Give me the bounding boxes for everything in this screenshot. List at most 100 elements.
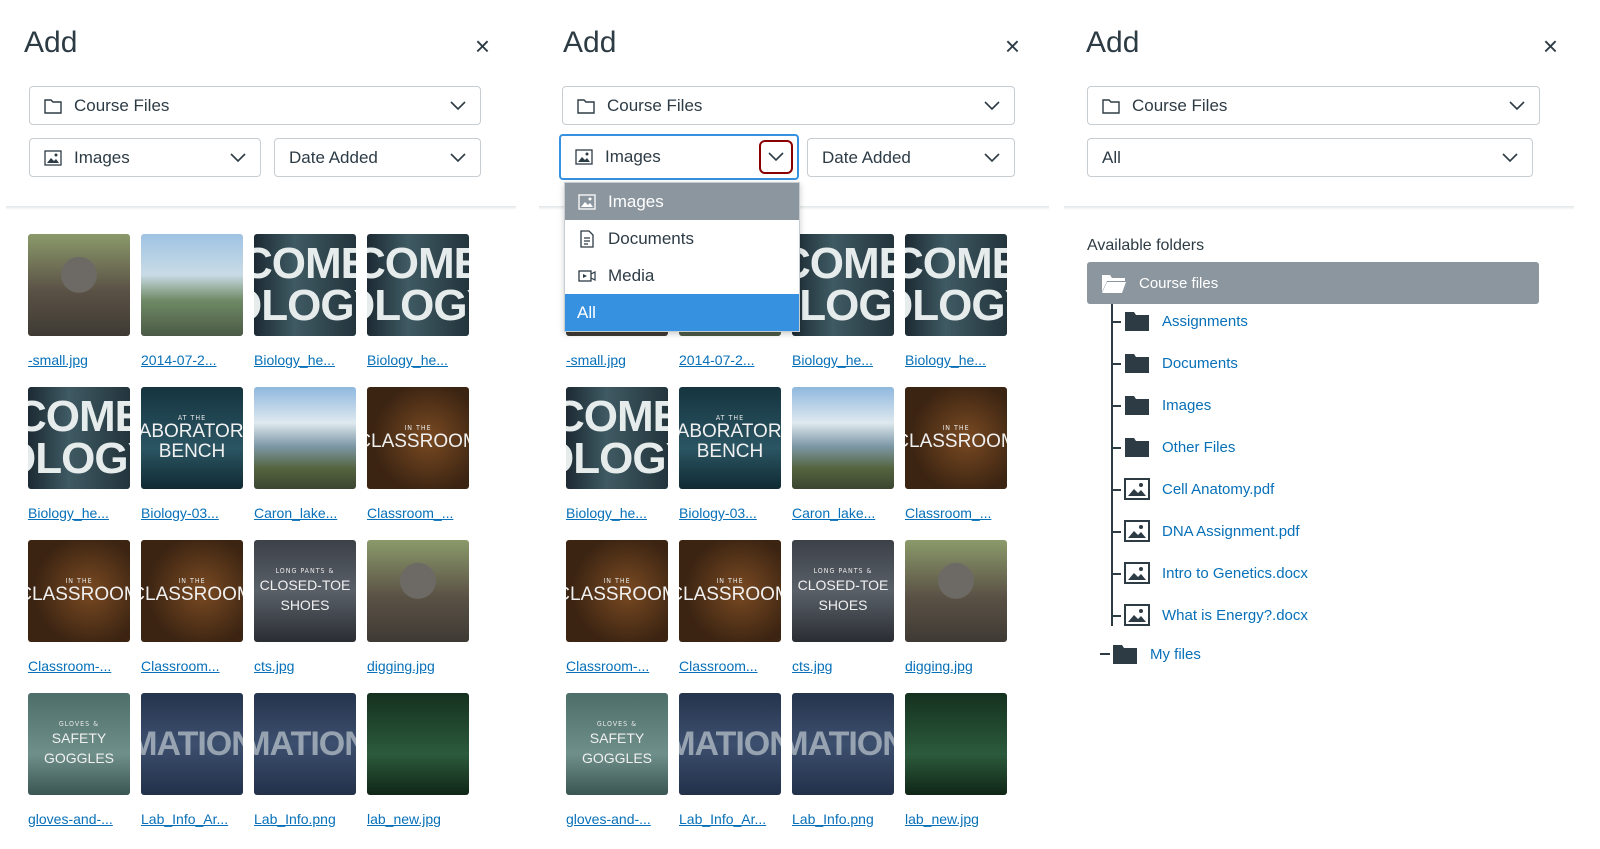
image-filename-link[interactable]: Caron_lake... xyxy=(792,505,894,521)
image-filename-link[interactable]: Classroom... xyxy=(141,658,243,674)
type-menu-item-images[interactable]: Images xyxy=(565,183,799,220)
image-tile[interactable]: IN THECLASSROOM Classroom... xyxy=(679,540,781,674)
file-item[interactable]: DNA Assignment.pdf xyxy=(1124,520,1300,542)
image-thumbnail[interactable]: IN THECLASSROOM xyxy=(141,540,243,642)
image-filename-link[interactable]: Classroom_... xyxy=(905,505,1007,521)
file-item[interactable]: Cell Anatomy.pdf xyxy=(1124,478,1274,500)
image-filename-link[interactable]: 2014-07-2... xyxy=(141,352,243,368)
image-filename-link[interactable]: Classroom_... xyxy=(367,505,469,521)
image-filename-link[interactable]: lab_new.jpg xyxy=(367,811,469,827)
image-filename-link[interactable]: Biology_he... xyxy=(367,352,469,368)
image-thumbnail[interactable]: COMEOLOGY xyxy=(566,387,668,489)
type-menu-item-documents[interactable]: Documents xyxy=(565,220,799,257)
image-tile[interactable]: COMEOLOGY Biology_he... xyxy=(28,387,130,521)
image-filename-link[interactable]: Lab_Info_Ar... xyxy=(141,811,243,827)
image-thumbnail[interactable]: GLOVES & SAFETY GOGGLES xyxy=(566,693,668,795)
type-menu-item-all[interactable]: All xyxy=(565,294,799,331)
image-tile[interactable]: 2014-07-2... xyxy=(141,234,243,368)
image-thumbnail[interactable]: IN THECLASSROOM xyxy=(566,540,668,642)
image-tile[interactable]: IN THECLASSROOM Classroom-... xyxy=(566,540,668,674)
source-select[interactable]: Course Files xyxy=(1087,86,1540,125)
image-tile[interactable]: LONG PANTS & CLOSED-TOE SHOES cts.jpg xyxy=(792,540,894,674)
folder-item[interactable]: Documents xyxy=(1124,352,1238,374)
image-thumbnail[interactable]: AT THELABORATORYBENCH xyxy=(679,387,781,489)
image-thumbnail[interactable] xyxy=(905,540,1007,642)
image-thumbnail[interactable] xyxy=(792,387,894,489)
image-filename-link[interactable]: Biology_he... xyxy=(905,352,1007,368)
image-tile[interactable]: IN THECLASSROOM Classroom... xyxy=(141,540,243,674)
image-thumbnail[interactable]: MATION xyxy=(254,693,356,795)
image-thumbnail[interactable]: COMEOLOGY xyxy=(28,387,130,489)
image-thumbnail[interactable]: LONG PANTS & CLOSED-TOE SHOES xyxy=(254,540,356,642)
image-filename-link[interactable]: Biology-03... xyxy=(679,505,781,521)
image-thumbnail[interactable] xyxy=(367,693,469,795)
image-filename-link[interactable]: lab_new.jpg xyxy=(905,811,1007,827)
image-filename-link[interactable]: digging.jpg xyxy=(905,658,1007,674)
image-thumbnail[interactable] xyxy=(367,540,469,642)
image-tile[interactable]: GLOVES & SAFETY GOGGLES gloves-and-... xyxy=(566,693,668,827)
image-filename-link[interactable]: Classroom-... xyxy=(28,658,130,674)
image-tile[interactable]: IN THECLASSROOM Classroom_... xyxy=(905,387,1007,521)
image-thumbnail[interactable]: MATION xyxy=(792,693,894,795)
image-thumbnail[interactable]: COMEOLOGY xyxy=(905,234,1007,336)
image-tile[interactable]: COMEOLOGY Biology_he... xyxy=(254,234,356,368)
image-filename-link[interactable]: Biology_he... xyxy=(254,352,356,368)
image-tile[interactable]: digging.jpg xyxy=(367,540,469,674)
image-thumbnail[interactable]: COMEOLOGY xyxy=(254,234,356,336)
image-thumbnail[interactable]: MATION xyxy=(679,693,781,795)
image-thumbnail[interactable]: AT THELABORATORYBENCH xyxy=(141,387,243,489)
image-filename-link[interactable]: -small.jpg xyxy=(566,352,668,368)
sort-select[interactable]: Date Added xyxy=(274,138,481,177)
image-thumbnail[interactable]: COMEOLOGY xyxy=(367,234,469,336)
image-tile[interactable]: COMEOLOGY Biology_he... xyxy=(566,387,668,521)
type-select[interactable]: Images xyxy=(559,134,799,180)
image-tile[interactable]: MATION Lab_Info_Ar... xyxy=(141,693,243,827)
image-tile[interactable]: COMEOLOGY Biology_he... xyxy=(367,234,469,368)
close-icon[interactable]: × xyxy=(1005,33,1020,59)
image-tile[interactable]: IN THECLASSROOM Classroom-... xyxy=(28,540,130,674)
image-tile[interactable]: AT THELABORATORYBENCH Biology-03... xyxy=(679,387,781,521)
image-filename-link[interactable]: Biology_he... xyxy=(566,505,668,521)
image-filename-link[interactable]: digging.jpg xyxy=(367,658,469,674)
sort-select[interactable]: Date Added xyxy=(807,138,1015,177)
image-thumbnail[interactable]: GLOVES & SAFETY GOGGLES xyxy=(28,693,130,795)
chevron-down-icon[interactable] xyxy=(759,140,793,174)
close-icon[interactable]: × xyxy=(1543,33,1558,59)
image-filename-link[interactable]: Classroom... xyxy=(679,658,781,674)
type-select[interactable]: Images xyxy=(29,138,261,177)
image-filename-link[interactable]: 2014-07-2... xyxy=(679,352,781,368)
image-tile[interactable]: Caron_lake... xyxy=(792,387,894,521)
image-thumbnail[interactable]: IN THECLASSROOM xyxy=(679,540,781,642)
image-filename-link[interactable]: Lab_Info.png xyxy=(792,811,894,827)
image-thumbnail[interactable]: IN THECLASSROOM xyxy=(367,387,469,489)
close-icon[interactable]: × xyxy=(475,33,490,59)
image-tile[interactable]: AT THELABORATORYBENCH Biology-03... xyxy=(141,387,243,521)
image-tile[interactable]: digging.jpg xyxy=(905,540,1007,674)
image-tile[interactable]: MATION Lab_Info.png xyxy=(254,693,356,827)
image-thumbnail[interactable] xyxy=(254,387,356,489)
source-select[interactable]: Course Files xyxy=(562,86,1015,125)
image-tile[interactable]: GLOVES & SAFETY GOGGLES gloves-and-... xyxy=(28,693,130,827)
image-filename-link[interactable]: cts.jpg xyxy=(254,658,356,674)
image-thumbnail[interactable]: IN THECLASSROOM xyxy=(905,387,1007,489)
folder-item[interactable]: Assignments xyxy=(1124,310,1248,332)
image-tile[interactable]: LONG PANTS & CLOSED-TOE SHOES cts.jpg xyxy=(254,540,356,674)
image-thumbnail[interactable]: LONG PANTS & CLOSED-TOE SHOES xyxy=(792,540,894,642)
image-filename-link[interactable]: Biology_he... xyxy=(792,352,894,368)
file-item[interactable]: What is Energy?.docx xyxy=(1124,604,1308,626)
image-tile[interactable]: MATION Lab_Info.png xyxy=(792,693,894,827)
image-filename-link[interactable]: Lab_Info_Ar... xyxy=(679,811,781,827)
image-tile[interactable]: lab_new.jpg xyxy=(905,693,1007,827)
type-select[interactable]: All xyxy=(1087,138,1533,177)
image-filename-link[interactable]: -small.jpg xyxy=(28,352,130,368)
image-tile[interactable]: Caron_lake... xyxy=(254,387,356,521)
image-tile[interactable]: IN THECLASSROOM Classroom_... xyxy=(367,387,469,521)
image-thumbnail[interactable] xyxy=(141,234,243,336)
folder-item[interactable]: Other Files xyxy=(1124,436,1235,458)
image-tile[interactable]: MATION Lab_Info_Ar... xyxy=(679,693,781,827)
image-filename-link[interactable]: cts.jpg xyxy=(792,658,894,674)
image-thumbnail[interactable]: MATION xyxy=(141,693,243,795)
folder-item[interactable]: Images xyxy=(1124,394,1211,416)
image-tile[interactable]: COMEOLOGY Biology_he... xyxy=(905,234,1007,368)
image-thumbnail[interactable]: IN THECLASSROOM xyxy=(28,540,130,642)
